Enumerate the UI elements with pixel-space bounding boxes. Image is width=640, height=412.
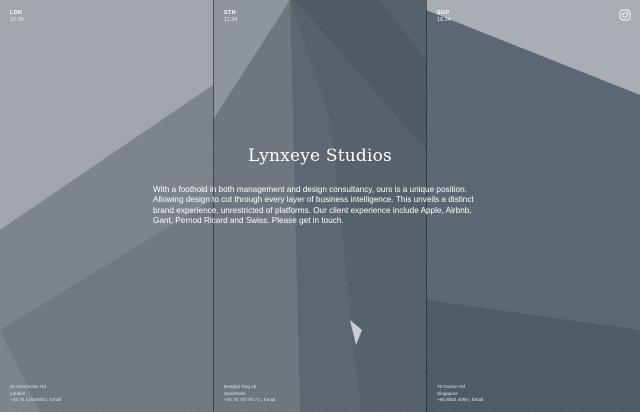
street: 78 Duxton Rd: [437, 384, 466, 389]
phone-link[interactable]: +46 75 747 80 71: [224, 397, 260, 402]
email-link[interactable]: Email: [472, 397, 484, 402]
brand-title: Lynxeye Studios: [248, 146, 392, 166]
studio-time-ldn: LDN 10.34: [10, 10, 24, 24]
intro-paragraph: With a foothold in both management and d…: [153, 185, 474, 226]
phone-link[interactable]: +65 8593 4086: [437, 397, 468, 402]
city-name: London: [10, 390, 26, 396]
local-time: 10.34: [10, 16, 24, 23]
instagram-icon[interactable]: [619, 9, 631, 21]
studio-address-sth: Bergdal Torg 16 Stockholm +46 75 747 80 …: [224, 384, 276, 403]
city-name: Stockholm: [224, 390, 246, 396]
local-time: 11.34: [224, 16, 238, 23]
studio-time-sth: STH 11.34: [224, 10, 237, 24]
email-link[interactable]: Email: [264, 397, 276, 402]
city-code: STH: [224, 10, 236, 16]
street: 20 Dorchester Rd: [10, 384, 47, 389]
street: Bergdal Torg 16: [224, 384, 257, 389]
city-name: Singapore: [437, 390, 458, 396]
studio-address-sgp: 78 Duxton Rd Singapore +65 8593 4086 | E…: [437, 384, 484, 403]
studio-address-ldn: 20 Dorchester Rd London +44 75 14834853 …: [10, 384, 62, 403]
local-time: 18.34: [437, 16, 451, 23]
studio-time-sgp: SGP 18.34: [437, 10, 451, 24]
phone-link[interactable]: +44 75 14834853: [10, 397, 46, 402]
city-code: LDN: [10, 10, 23, 16]
city-code: SGP: [437, 10, 450, 16]
email-link[interactable]: Email: [50, 397, 62, 402]
